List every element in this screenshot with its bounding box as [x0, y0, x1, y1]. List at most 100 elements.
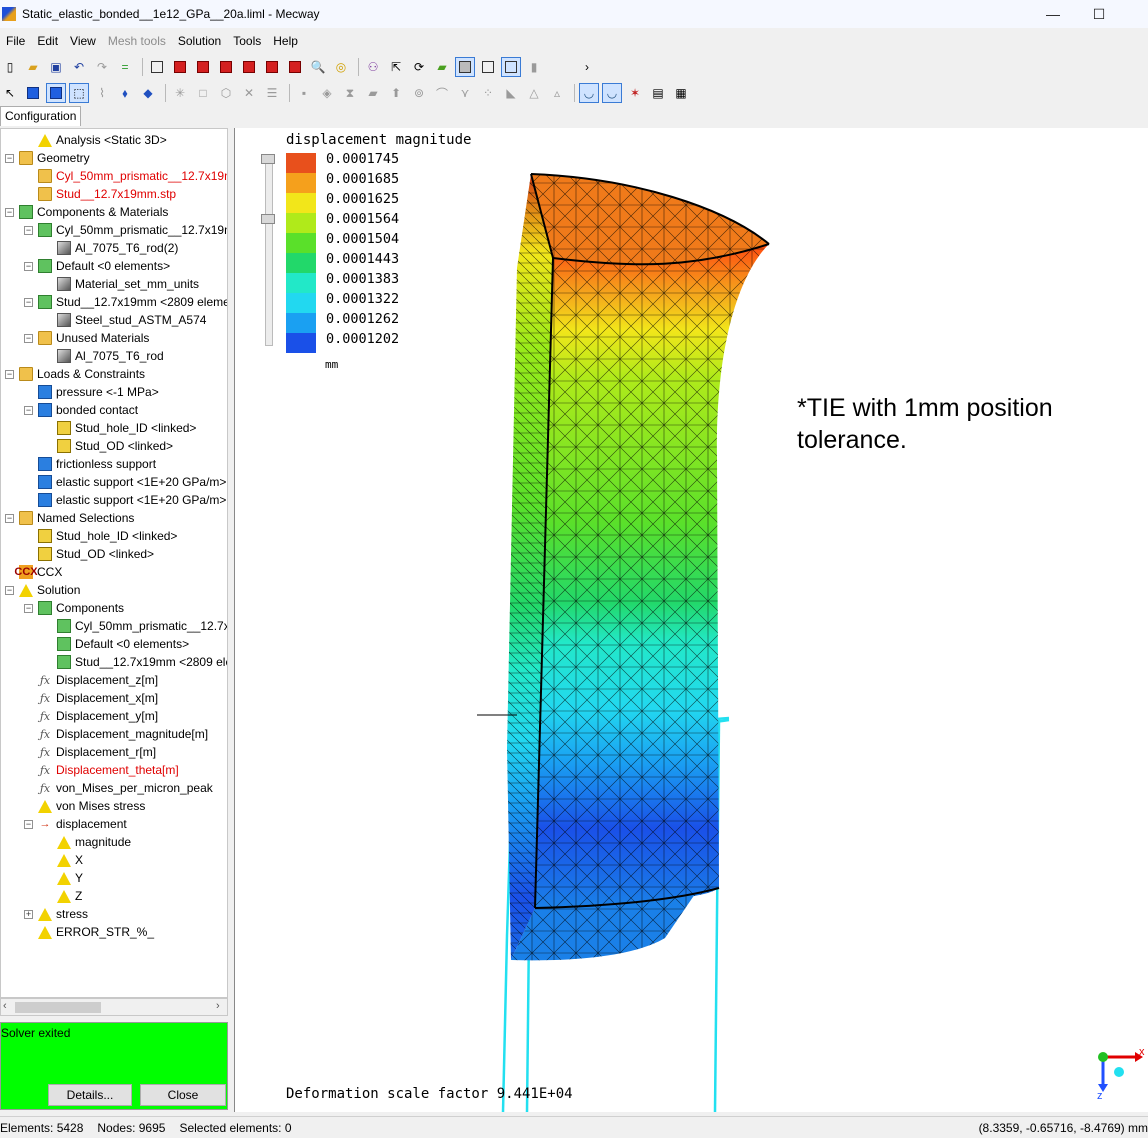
- tree-item[interactable]: elastic support <1E+20 GPa/m>: [24, 473, 226, 491]
- collapse-icon[interactable]: −: [5, 585, 14, 595]
- scale-icon[interactable]: ▰: [363, 83, 383, 103]
- tree-item[interactable]: ƒx Displacement_theta[m]: [24, 761, 179, 779]
- menu-view[interactable]: View: [64, 34, 102, 48]
- select-box-icon[interactable]: ⬚: [69, 83, 89, 103]
- explode-icon[interactable]: ✳: [170, 83, 190, 103]
- view-back-icon[interactable]: [193, 57, 213, 77]
- tree-item[interactable]: ERROR_STR_%_: [24, 923, 154, 941]
- wireframe-view-icon[interactable]: [478, 57, 498, 77]
- select-mode-icon[interactable]: ⇱: [386, 57, 406, 77]
- tree-item[interactable]: − Components: [24, 599, 124, 617]
- tree-item[interactable]: ƒx Displacement_x[m]: [24, 689, 158, 707]
- tree-item[interactable]: − Named Selections: [5, 509, 134, 527]
- tree-item[interactable]: ƒx Displacement_z[m]: [24, 671, 158, 689]
- collapse-icon[interactable]: −: [24, 225, 33, 235]
- menu-solution[interactable]: Solution: [172, 34, 227, 48]
- tree-item[interactable]: − Unused Materials: [24, 329, 149, 347]
- refine-icon[interactable]: ◣: [501, 83, 521, 103]
- menu-edit[interactable]: Edit: [31, 34, 64, 48]
- close-button[interactable]: Close: [140, 1084, 226, 1106]
- minimize-button[interactable]: —: [1030, 0, 1076, 28]
- move-icon[interactable]: ▪: [294, 83, 314, 103]
- rotate-icon[interactable]: ⟳: [409, 57, 429, 77]
- collapse-icon[interactable]: −: [5, 153, 14, 163]
- tree-item[interactable]: Default <0 elements>: [43, 635, 189, 653]
- view-top-icon[interactable]: [262, 57, 282, 77]
- animation-icon[interactable]: ▤: [648, 83, 668, 103]
- visibility-icon[interactable]: ⚇: [363, 57, 383, 77]
- mesh-view-icon[interactable]: [501, 57, 521, 77]
- tree-item[interactable]: − Cyl_50mm_prismatic__12.7x19m: [24, 221, 227, 239]
- tree-item[interactable]: Stud_hole_ID <linked>: [43, 419, 196, 437]
- select-cursor-icon[interactable]: ↖: [0, 83, 20, 103]
- view-cube-icon[interactable]: [147, 57, 167, 77]
- tree-item[interactable]: X: [43, 851, 83, 869]
- tree-item[interactable]: Cyl_50mm_prismatic__12.7x1: [43, 617, 227, 635]
- menu-file[interactable]: File: [0, 34, 31, 48]
- select-node-icon[interactable]: ⬧: [115, 83, 135, 103]
- new-file-icon[interactable]: ▯: [0, 57, 20, 77]
- tree-item[interactable]: magnitude: [43, 833, 131, 851]
- triangle-outline-icon[interactable]: ▵: [547, 83, 567, 103]
- vector-plot-icon[interactable]: ✶: [625, 83, 645, 103]
- select-solid-icon[interactable]: [46, 83, 66, 103]
- zoom-fit-icon[interactable]: ◎: [331, 57, 351, 77]
- expand-icon[interactable]: +: [24, 909, 33, 919]
- delete-icon[interactable]: ✕: [239, 83, 259, 103]
- menu-help[interactable]: Help: [267, 34, 304, 48]
- tree-item[interactable]: ƒx Displacement_r[m]: [24, 743, 156, 761]
- collapse-icon[interactable]: −: [24, 297, 33, 307]
- select-element-icon[interactable]: [23, 83, 43, 103]
- tree-item[interactable]: − Components & Materials: [5, 203, 168, 221]
- tree-item[interactable]: ƒx von_Mises_per_micron_peak: [24, 779, 213, 797]
- tree-item[interactable]: Stud_OD <linked>: [43, 437, 173, 455]
- tree-item[interactable]: Steel_stud_ASTM_A574: [43, 311, 206, 329]
- tree-item[interactable]: − Solution: [5, 581, 80, 599]
- tree-item[interactable]: ƒx Displacement_y[m]: [24, 707, 158, 725]
- select-face-icon[interactable]: ◆: [138, 83, 158, 103]
- details-button[interactable]: Details...: [48, 1084, 132, 1106]
- undo-icon[interactable]: ↶: [69, 57, 89, 77]
- cube-outline-icon[interactable]: ⬡: [216, 83, 236, 103]
- list-icon[interactable]: ☰: [262, 83, 282, 103]
- redo-icon[interactable]: ↷: [92, 57, 112, 77]
- mirror-icon[interactable]: ⧗: [340, 83, 360, 103]
- tree-item[interactable]: pressure <-1 MPa>: [24, 383, 159, 401]
- box-icon[interactable]: □: [193, 83, 213, 103]
- sweep-icon[interactable]: ⌒: [432, 83, 452, 103]
- toolbar-overflow-icon[interactable]: ›: [577, 57, 597, 77]
- rotate-element-icon[interactable]: ◈: [317, 83, 337, 103]
- deformed-shape-icon[interactable]: ◡: [579, 83, 599, 103]
- tree-item[interactable]: frictionless support: [24, 455, 156, 473]
- table-icon[interactable]: ▦: [671, 83, 691, 103]
- zoom-icon[interactable]: 🔍: [308, 57, 328, 77]
- collapse-icon[interactable]: −: [24, 819, 33, 829]
- tab-configuration[interactable]: Configuration: [0, 106, 82, 126]
- collapse-icon[interactable]: −: [24, 261, 33, 271]
- tree-horizontal-scrollbar[interactable]: ‹ ›: [0, 998, 228, 1016]
- tree-item[interactable]: − Stud__12.7x19mm <2809 elemer: [24, 293, 227, 311]
- tree-item[interactable]: − Default <0 elements>: [24, 257, 170, 275]
- save-icon[interactable]: ▣: [46, 57, 66, 77]
- open-folder-icon[interactable]: ▰: [23, 57, 43, 77]
- tree-item[interactable]: Cyl_50mm_prismatic__12.7x19m: [24, 167, 227, 185]
- view-front-icon[interactable]: [170, 57, 190, 77]
- extrude-icon[interactable]: ⬆: [386, 83, 406, 103]
- triangle-mesh-icon[interactable]: △: [524, 83, 544, 103]
- equals-icon[interactable]: =: [115, 57, 135, 77]
- solid-view-icon[interactable]: [455, 57, 475, 77]
- view-bottom-icon[interactable]: [285, 57, 305, 77]
- tree-item[interactable]: Al_7075_T6_rod(2): [43, 239, 178, 257]
- tree-item[interactable]: Stud__12.7x19mm <2809 ele: [43, 653, 227, 671]
- collapse-icon[interactable]: −: [5, 513, 14, 523]
- collapse-icon[interactable]: −: [5, 207, 14, 217]
- nodes-icon[interactable]: ⁘: [478, 83, 498, 103]
- tree-item[interactable]: − bonded contact: [24, 401, 138, 419]
- collapse-icon[interactable]: −: [24, 333, 33, 343]
- tree-item[interactable]: CCX CCX: [5, 563, 62, 581]
- collapse-icon[interactable]: −: [24, 405, 33, 415]
- tree-item[interactable]: Y: [43, 869, 83, 887]
- tree-item[interactable]: Stud__12.7x19mm.stp: [24, 185, 176, 203]
- scrollbar-thumb[interactable]: [15, 1002, 101, 1013]
- tree-item[interactable]: + stress: [24, 905, 88, 923]
